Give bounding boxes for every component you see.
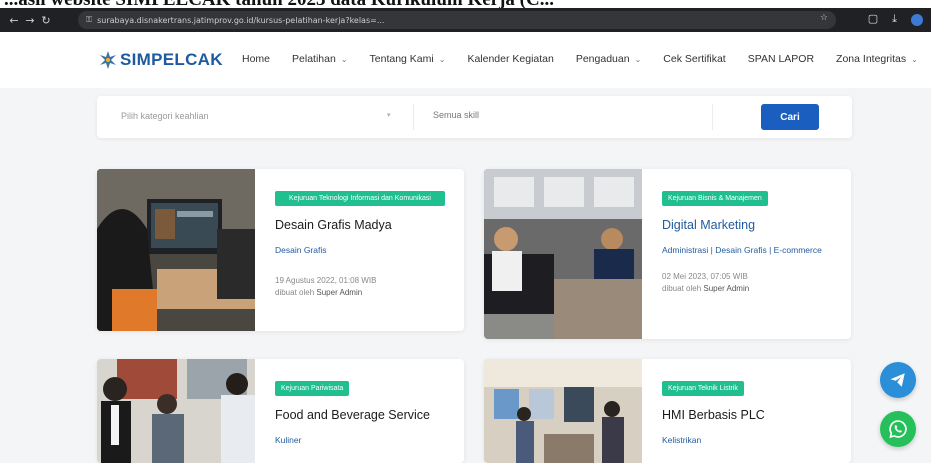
chevron-down-icon: ⌄ <box>911 54 918 64</box>
nav-label: Pengaduan <box>575 53 630 65</box>
author-prefix: dibuat oleh <box>275 288 315 297</box>
course-date: 02 Mei 2023, 07:05 WIB <box>662 272 748 281</box>
telegram-icon <box>890 373 905 387</box>
course-tags[interactable]: Kelistrikan <box>662 434 839 447</box>
back-icon[interactable]: ← <box>6 14 22 27</box>
course-card[interactable]: Kejuruan Teknologi Informasi dan Komunik… <box>97 169 464 331</box>
course-title[interactable]: Food and Beverage Service <box>275 408 452 422</box>
profile-icon[interactable] <box>911 14 923 26</box>
course-title[interactable]: Desain Grafis Madya <box>275 218 452 232</box>
divider <box>413 104 414 130</box>
search-button[interactable]: Cari <box>761 104 819 130</box>
course-tags[interactable]: Administrasi | Desain Grafis | E-commerc… <box>662 244 839 257</box>
star-icon[interactable]: ☆ <box>820 13 828 23</box>
category-badge: Kejuruan Teknik Listrik <box>662 381 744 396</box>
nav-label: Home <box>242 53 271 65</box>
download-icon[interactable]: ⤓ <box>892 12 897 26</box>
course-photo[interactable] <box>97 169 255 331</box>
category-badge: Kejuruan Teknologi Informasi dan Komunik… <box>275 191 445 206</box>
nav-label: Cek Sertifikat <box>663 53 726 65</box>
nav-cek-sertifikat[interactable]: Cek Sertifikat <box>663 53 725 65</box>
logo-text: SIMPELCAK <box>120 50 223 69</box>
course-card[interactable]: Kejuruan Bisnis & Manajemen Digital Mark… <box>484 169 851 339</box>
course-title[interactable]: Digital Marketing <box>662 218 839 232</box>
author-name: Super Admin <box>703 284 750 293</box>
browser-toolbar: ← → ↻ ⚿ surabaya.disnakertrans.jatimprov… <box>0 8 931 32</box>
course-meta: 19 Agustus 2022, 01:08 WIB dibuat oleh S… <box>275 275 452 299</box>
course-meta: 02 Mei 2023, 07:05 WIB dibuat oleh Super… <box>662 271 839 295</box>
nav-tentang-kami[interactable]: Tentang Kami ⌄ <box>370 53 446 65</box>
course-tags[interactable]: Kuliner <box>275 434 452 447</box>
nav-kalender-kegiatan[interactable]: Kalender Kegiatan <box>467 53 553 65</box>
author-name: Super Admin <box>316 288 363 297</box>
telegram-button[interactable] <box>880 362 916 398</box>
chevron-down-icon: ⌄ <box>634 54 642 64</box>
course-card[interactable]: Kejuruan Teknik Listrik HMI Berbasis PLC… <box>484 359 851 463</box>
address-url: surabaya.disnakertrans.jatimprov.go.id/k… <box>97 15 385 25</box>
forward-icon[interactable]: → <box>22 14 38 27</box>
logo-icon <box>100 51 116 69</box>
chevron-down-icon: ⌄ <box>438 54 446 64</box>
course-author-line: dibuat oleh Super Admin <box>275 287 452 299</box>
nav-label: Pelatihan <box>292 53 336 65</box>
course-title[interactable]: HMI Berbasis PLC <box>662 408 839 422</box>
image-caption: ...asil website SIMPELCAK tahun 2023 dat… <box>0 0 931 8</box>
nav-zona-integritas[interactable]: Zona Integritas ⌄ <box>836 53 918 65</box>
site-header: SIMPELCAK Home Pelatihan ⌄ Tentang Kami ⌄ … <box>0 32 931 88</box>
course-photo[interactable] <box>484 169 642 339</box>
whatsapp-icon <box>889 420 907 439</box>
caret-down-icon[interactable]: ▾ <box>387 111 391 119</box>
course-tags[interactable]: Desain Grafis <box>275 244 452 257</box>
author-prefix: dibuat oleh <box>662 284 702 293</box>
course-photo[interactable] <box>97 359 255 463</box>
nav-span-lapor[interactable]: SPAN LAPOR <box>748 53 814 65</box>
main-nav: Home Pelatihan ⌄ Tentang Kami ⌄ Kalender K… <box>242 53 918 65</box>
chevron-down-icon: ⌄ <box>340 54 348 64</box>
lock-icon[interactable]: ⚿ <box>86 15 92 25</box>
course-card[interactable]: Kejuruan Pariwisata Food and Beverage Se… <box>97 359 464 463</box>
nav-home[interactable]: Home <box>242 53 270 65</box>
category-badge: Kejuruan Bisnis & Manajemen <box>662 191 768 206</box>
category-select[interactable]: Pilih kategori keahlian <box>121 111 209 121</box>
nav-label: Zona Integritas <box>836 53 907 65</box>
reload-icon[interactable]: ↻ <box>38 14 54 27</box>
extensions-icon[interactable]: ▢ <box>868 12 878 26</box>
nav-label: Tentang Kami <box>369 53 434 65</box>
course-date: 19 Agustus 2022, 01:08 WIB <box>275 276 377 285</box>
divider <box>712 104 713 130</box>
site-logo[interactable]: SIMPELCAK <box>98 50 223 70</box>
category-badge: Kejuruan Pariwisata <box>275 381 350 396</box>
course-photo[interactable] <box>484 359 642 463</box>
address-bar[interactable]: ⚿ surabaya.disnakertrans.jatimprov.go.id… <box>78 11 836 29</box>
caption-text: ...asil website SIMPELCAK tahun 2023 dat… <box>4 0 554 8</box>
whatsapp-button[interactable] <box>880 411 916 447</box>
nav-label: SPAN LAPOR <box>747 53 815 65</box>
nav-pelatihan[interactable]: Pelatihan ⌄ <box>292 53 348 65</box>
nav-label: Kalender Kegiatan <box>467 53 554 65</box>
nav-pengaduan[interactable]: Pengaduan ⌄ <box>576 53 641 65</box>
course-author-line: dibuat oleh Super Admin <box>662 283 839 295</box>
skill-select[interactable]: Semua skill <box>433 110 479 120</box>
course-search: Pilih kategori keahlian ▾ Semua skill Ca… <box>97 96 852 138</box>
